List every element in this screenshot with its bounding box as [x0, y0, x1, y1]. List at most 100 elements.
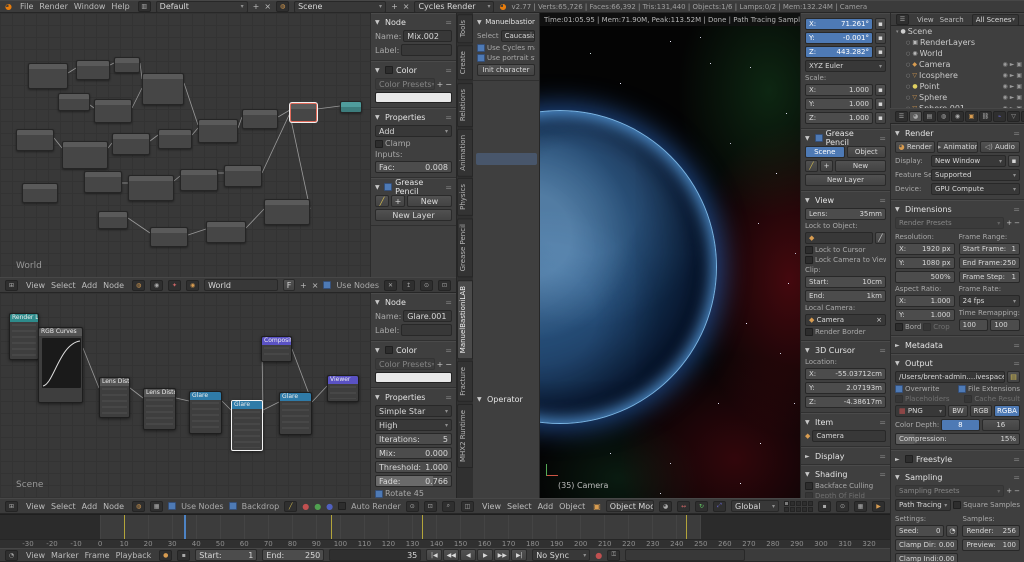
shader-node[interactable] [224, 165, 262, 187]
editor-type-icon[interactable]: ⊞ [5, 279, 18, 291]
gp-draw-icon[interactable]: ╱ [375, 195, 389, 207]
character-select-dropdown[interactable]: Caucasia▾ [500, 30, 535, 42]
gp-checkbox[interactable] [814, 134, 823, 142]
disclosure-icon[interactable]: ○ [906, 51, 910, 57]
selectability-icon[interactable]: ► [1010, 83, 1015, 90]
scene-add-button[interactable]: + [391, 2, 398, 11]
res-percent-field[interactable]: 500% [895, 271, 955, 283]
keying-record-icon[interactable]: ● [595, 551, 602, 560]
channel-red-icon[interactable]: ● [302, 502, 309, 511]
record-icon[interactable]: ● [159, 549, 173, 561]
shader-node[interactable] [94, 99, 132, 123]
scene-delete-button[interactable]: × [403, 2, 410, 11]
topbar-menu[interactable]: File [17, 2, 36, 11]
tool-tab-grease-pencil[interactable]: Grease Pencil [457, 218, 473, 278]
shader-node[interactable] [112, 133, 150, 155]
glare-type-dropdown[interactable]: Simple Star ▾ [375, 405, 452, 417]
shader-node[interactable] [98, 211, 128, 229]
res-y-field[interactable]: Y: 1080 px [895, 257, 955, 269]
frame-step-field[interactable]: Frame Step: 1 [958, 271, 1020, 283]
transport-button[interactable]: ▶▶ [494, 549, 511, 561]
data-tab-icon[interactable]: ▽ [1007, 110, 1020, 122]
compositor-node-lens-distortion[interactable]: Lens Distortion [99, 377, 130, 418]
scene-tab-icon[interactable]: ◍ [937, 110, 950, 122]
iterations-slider[interactable]: Iterations: 5 [375, 433, 452, 445]
snap-target-icon[interactable]: ⊡ [438, 279, 451, 291]
node-name-field[interactable]: Glare.001 [403, 310, 452, 322]
outliner-menu[interactable]: View [914, 16, 937, 24]
visibility-eye-icon[interactable]: ◉ [1002, 94, 1007, 101]
scale-z-field[interactable]: Z: 1.000 [805, 112, 873, 124]
editor-type-icon[interactable]: ☰ [895, 110, 908, 122]
manipulator-translate-icon[interactable]: ↔ [677, 500, 690, 512]
format-dropdown[interactable]: ▦ PNG ▾ [895, 405, 946, 417]
disclosure-icon[interactable]: ○ [906, 73, 910, 79]
timeline-menu[interactable]: View [23, 551, 48, 560]
preset-remove-button[interactable]: − [445, 80, 452, 89]
glare-quality-dropdown[interactable]: High ▾ [375, 419, 452, 431]
channel-blue-icon[interactable]: ● [326, 502, 333, 511]
compositor-node-composite[interactable]: Composite [261, 336, 292, 362]
screen-layout-icon[interactable]: ▥ [137, 1, 151, 12]
gp-object-tab[interactable]: Object [846, 146, 886, 158]
node-panel-header[interactable]: ▼ Node = [375, 16, 452, 28]
renderability-icon[interactable]: ▣ [1016, 72, 1022, 79]
constraints-tab-icon[interactable]: ⛓ [979, 110, 992, 122]
orientation-dropdown[interactable]: Global ▾ [731, 500, 779, 512]
world-add-button[interactable]: + [300, 281, 307, 290]
outliner-item-label[interactable]: Scene [908, 27, 932, 36]
timeline-menu[interactable]: Frame [82, 551, 113, 560]
snap-icon[interactable]: ⊙ [405, 500, 419, 512]
channel-green-icon[interactable]: ● [314, 502, 321, 511]
compositor-menu[interactable]: Node [100, 502, 127, 511]
color-swatch[interactable] [375, 92, 452, 103]
comp-texture-icon[interactable]: ▦ [150, 500, 164, 512]
node-panel-header[interactable]: ▼ Node = [375, 296, 452, 308]
aspect-x-field[interactable]: X: 1.000 [895, 295, 955, 307]
shader-node[interactable] [128, 175, 174, 201]
gp-add-button[interactable]: + [391, 195, 405, 207]
cursor-y-field[interactable]: Y: 2.07193m [805, 382, 886, 394]
outliner-row-point[interactable]: ○ ● Point ◉ ► ▣ [891, 81, 1024, 92]
shader-node[interactable] [290, 103, 317, 122]
end-frame-field[interactable]: End: 250 [262, 549, 325, 561]
outliner-row-icosphere[interactable]: ○ ▽ Icosphere ◉ ► ▣ [891, 70, 1024, 81]
shader-node[interactable] [114, 57, 140, 73]
viewport-menu[interactable]: Select [504, 502, 535, 511]
preset-add-button[interactable]: + [1006, 219, 1012, 227]
compression-slider[interactable]: Compression: 15% [895, 433, 1020, 445]
file-ext-checkbox[interactable] [958, 385, 967, 393]
clamp-indirect-field[interactable]: Clamp Indi: 0.00 [895, 553, 959, 562]
backdrop-checkbox[interactable] [228, 502, 237, 510]
selectability-icon[interactable]: ► [1010, 94, 1015, 101]
world-node-editor[interactable]: World [0, 13, 370, 277]
world-editor-menu[interactable]: Select [48, 281, 79, 290]
preset-remove-button[interactable]: − [1014, 219, 1020, 227]
render-panel-header[interactable]: ▼ Render = [895, 127, 1020, 139]
compositor-menu[interactable]: View [23, 502, 48, 511]
topbar-menu[interactable]: Help [108, 2, 132, 11]
shader-node[interactable] [84, 171, 122, 193]
rgba-button[interactable]: RGBA [994, 405, 1020, 417]
start-frame-field[interactable]: Start: 1 [195, 549, 258, 561]
shader-node[interactable] [62, 141, 108, 169]
render-samples-field[interactable]: Render: 256 [962, 525, 1020, 537]
layers-grid[interactable] [784, 500, 813, 512]
color-presets-dropdown[interactable]: Color Presets ▾ [375, 358, 435, 370]
overwrite-checkbox[interactable] [895, 385, 903, 393]
use-nodes-checkbox[interactable] [168, 502, 177, 510]
viewport-menu[interactable]: Object [556, 502, 588, 511]
outliner-menu[interactable]: Search [937, 16, 967, 24]
gp-draw-icon[interactable]: ╱ [805, 160, 818, 172]
grease-pencil-header[interactable]: ▼ Grease Pencil = [375, 178, 452, 196]
depth-8-button[interactable]: 8 [941, 419, 980, 431]
visibility-eye-icon[interactable]: ◉ [1002, 72, 1007, 79]
compositor-node-glare[interactable]: Glare [189, 391, 222, 434]
blender-logo-icon[interactable]: ◕ [5, 2, 12, 11]
aspect-y-field[interactable]: Y: 1.000 [895, 309, 955, 321]
preset-remove-button[interactable]: − [445, 360, 452, 369]
shader-node[interactable] [242, 109, 278, 129]
shading-panel-header[interactable]: ▼ Shading = [805, 468, 886, 480]
disclosure-icon[interactable]: ▾ [896, 29, 899, 35]
lock-icon[interactable]: ▪ [875, 46, 886, 58]
